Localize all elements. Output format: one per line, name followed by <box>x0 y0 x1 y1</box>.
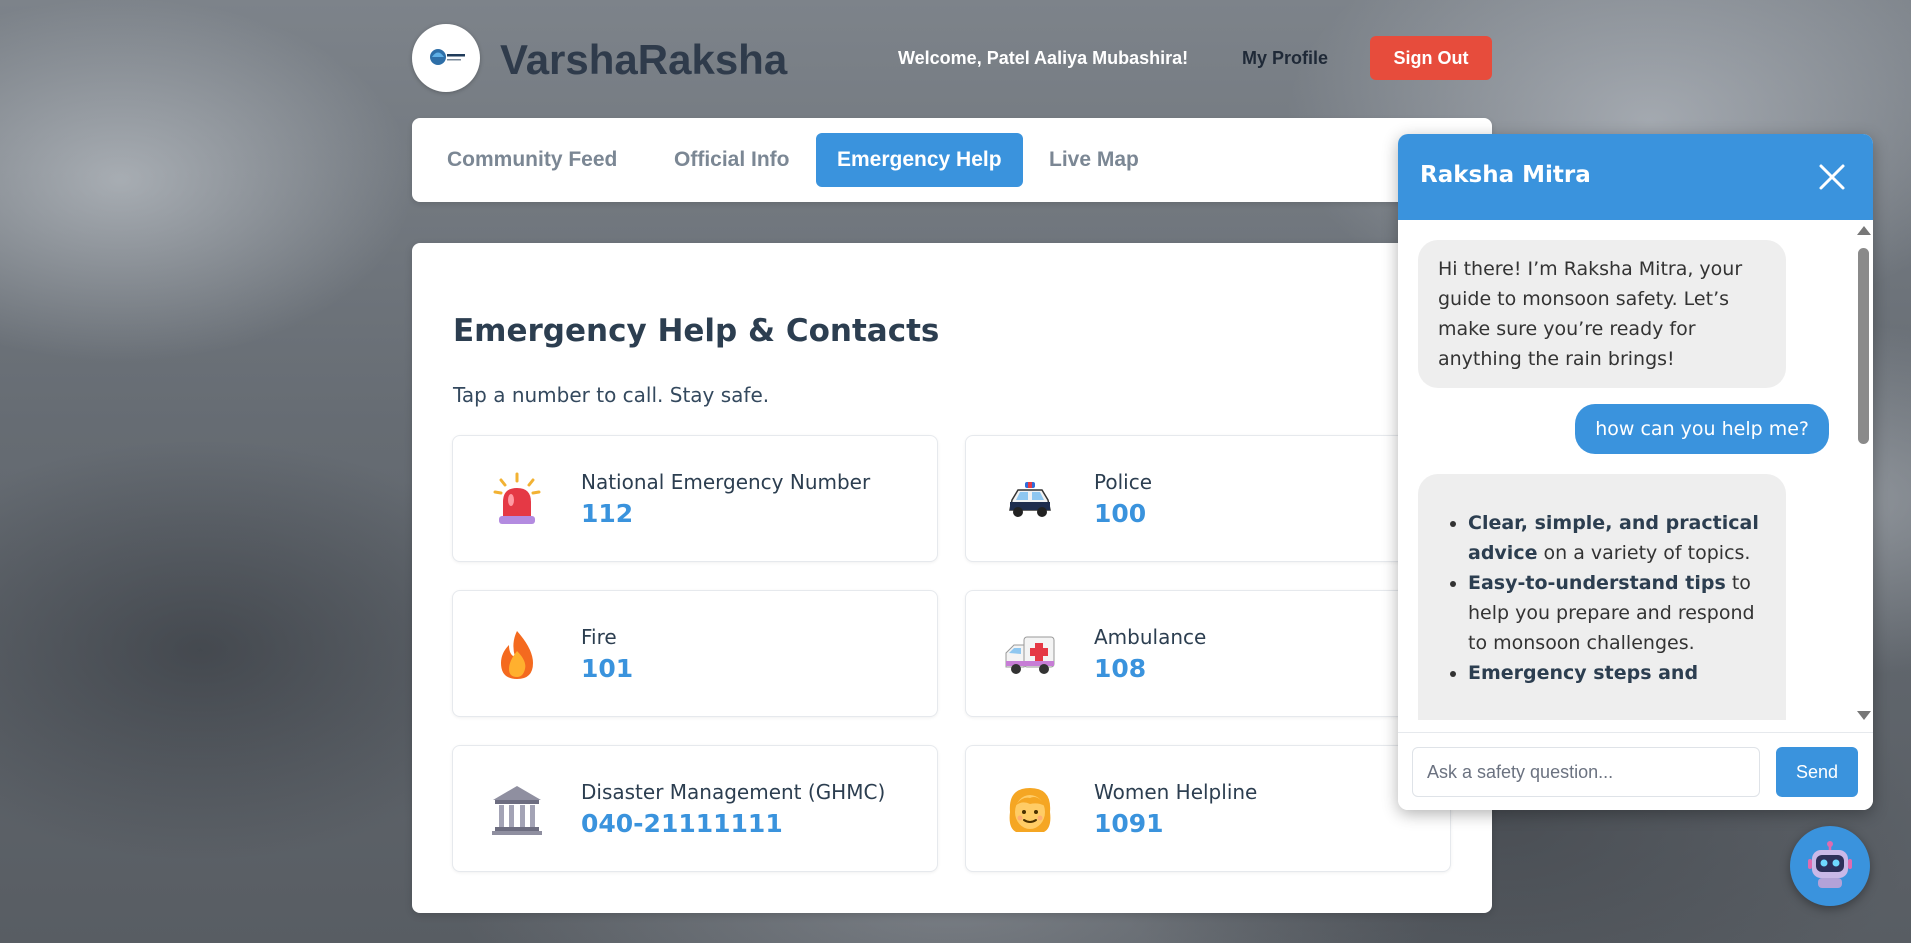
list-item: Emergency steps and <box>1468 658 1766 688</box>
contact-card-fire[interactable]: Fire 101 <box>452 590 938 717</box>
fire-icon <box>489 627 545 683</box>
contact-number[interactable]: 112 <box>581 499 633 528</box>
robot-icon <box>1808 841 1852 888</box>
police-car-icon <box>1002 472 1058 528</box>
header: VarshaRaksha Welcome, Patel Aaliya Mubas… <box>412 22 1492 94</box>
main-nav: Community Feed Official Info Emergency H… <box>412 118 1492 202</box>
welcome-text: Welcome, Patel Aaliya Mubashira! <box>898 48 1189 68</box>
chatbot-toggle-button[interactable] <box>1790 826 1870 906</box>
send-button[interactable]: Send <box>1776 747 1858 797</box>
contact-name: Ambulance <box>1094 625 1207 649</box>
my-profile-link[interactable]: My Profile <box>1242 48 1328 69</box>
contact-card-national-emergency[interactable]: National Emergency Number 112 <box>452 435 938 562</box>
government-building-icon <box>489 782 545 838</box>
siren-icon <box>489 472 545 528</box>
contact-number[interactable]: 108 <box>1094 654 1146 683</box>
logo-icon <box>418 30 474 86</box>
user-message: how can you help me? <box>1575 404 1829 454</box>
chat-input[interactable] <box>1412 747 1760 797</box>
contact-number[interactable]: 1091 <box>1094 809 1164 838</box>
contact-card-ambulance[interactable]: Ambulance 108 <box>965 590 1451 717</box>
contact-number[interactable]: 100 <box>1094 499 1146 528</box>
scroll-down-arrow-icon[interactable] <box>1857 711 1871 720</box>
contact-card-police[interactable]: Police 100 <box>965 435 1451 562</box>
contact-card-disaster-management[interactable]: Disaster Management (GHMC) 040-21111111 <box>452 745 938 872</box>
contact-number[interactable]: 101 <box>581 654 633 683</box>
contact-card-women-helpline[interactable]: Women Helpline 1091 <box>965 745 1451 872</box>
tab-community-feed[interactable]: Community Feed <box>426 133 638 187</box>
brand-name[interactable]: VarshaRaksha <box>500 36 787 84</box>
close-icon[interactable] <box>1813 158 1851 196</box>
chat-messages[interactable]: Hi there! I’m Raksha Mitra, your guide t… <box>1398 220 1873 720</box>
contact-name: Police <box>1094 470 1152 494</box>
tab-official-info[interactable]: Official Info <box>653 133 811 187</box>
sign-out-button[interactable]: Sign Out <box>1370 36 1492 80</box>
list-item: Easy-to-understand tips to help you prep… <box>1468 568 1766 658</box>
bot-message-list: Clear, simple, and practical advice on a… <box>1468 508 1766 688</box>
bot-message: Hi there! I’m Raksha Mitra, your guide t… <box>1418 240 1786 388</box>
contact-name: Women Helpline <box>1094 780 1258 804</box>
scroll-thumb[interactable] <box>1858 248 1869 444</box>
brand-logo[interactable] <box>412 24 480 92</box>
ambulance-icon <box>1002 627 1058 683</box>
chatbot-title: Raksha Mitra <box>1420 162 1591 188</box>
contact-name: National Emergency Number <box>581 470 871 494</box>
chatbot-panel: Raksha Mitra Hi there! I’m Raksha Mitra,… <box>1398 134 1873 810</box>
page-subtitle: Tap a number to call. Stay safe. <box>453 383 770 407</box>
emergency-panel: Emergency Help & Contacts Tap a number t… <box>412 243 1492 913</box>
chat-input-bar: Send <box>1398 732 1873 810</box>
tab-emergency-help[interactable]: Emergency Help <box>816 133 1023 187</box>
woman-icon <box>1002 782 1058 838</box>
contact-name: Disaster Management (GHMC) <box>581 780 886 804</box>
chat-scrollbar[interactable] <box>1855 224 1871 724</box>
chatbot-header: Raksha Mitra <box>1398 134 1873 220</box>
scroll-up-arrow-icon[interactable] <box>1857 226 1871 235</box>
contact-name: Fire <box>581 625 617 649</box>
tab-live-map[interactable]: Live Map <box>1028 133 1160 187</box>
list-item: Clear, simple, and practical advice on a… <box>1468 508 1766 568</box>
page-title: Emergency Help & Contacts <box>453 313 940 349</box>
contact-number[interactable]: 040-21111111 <box>581 809 783 838</box>
bot-message: Clear, simple, and practical advice on a… <box>1418 474 1786 720</box>
